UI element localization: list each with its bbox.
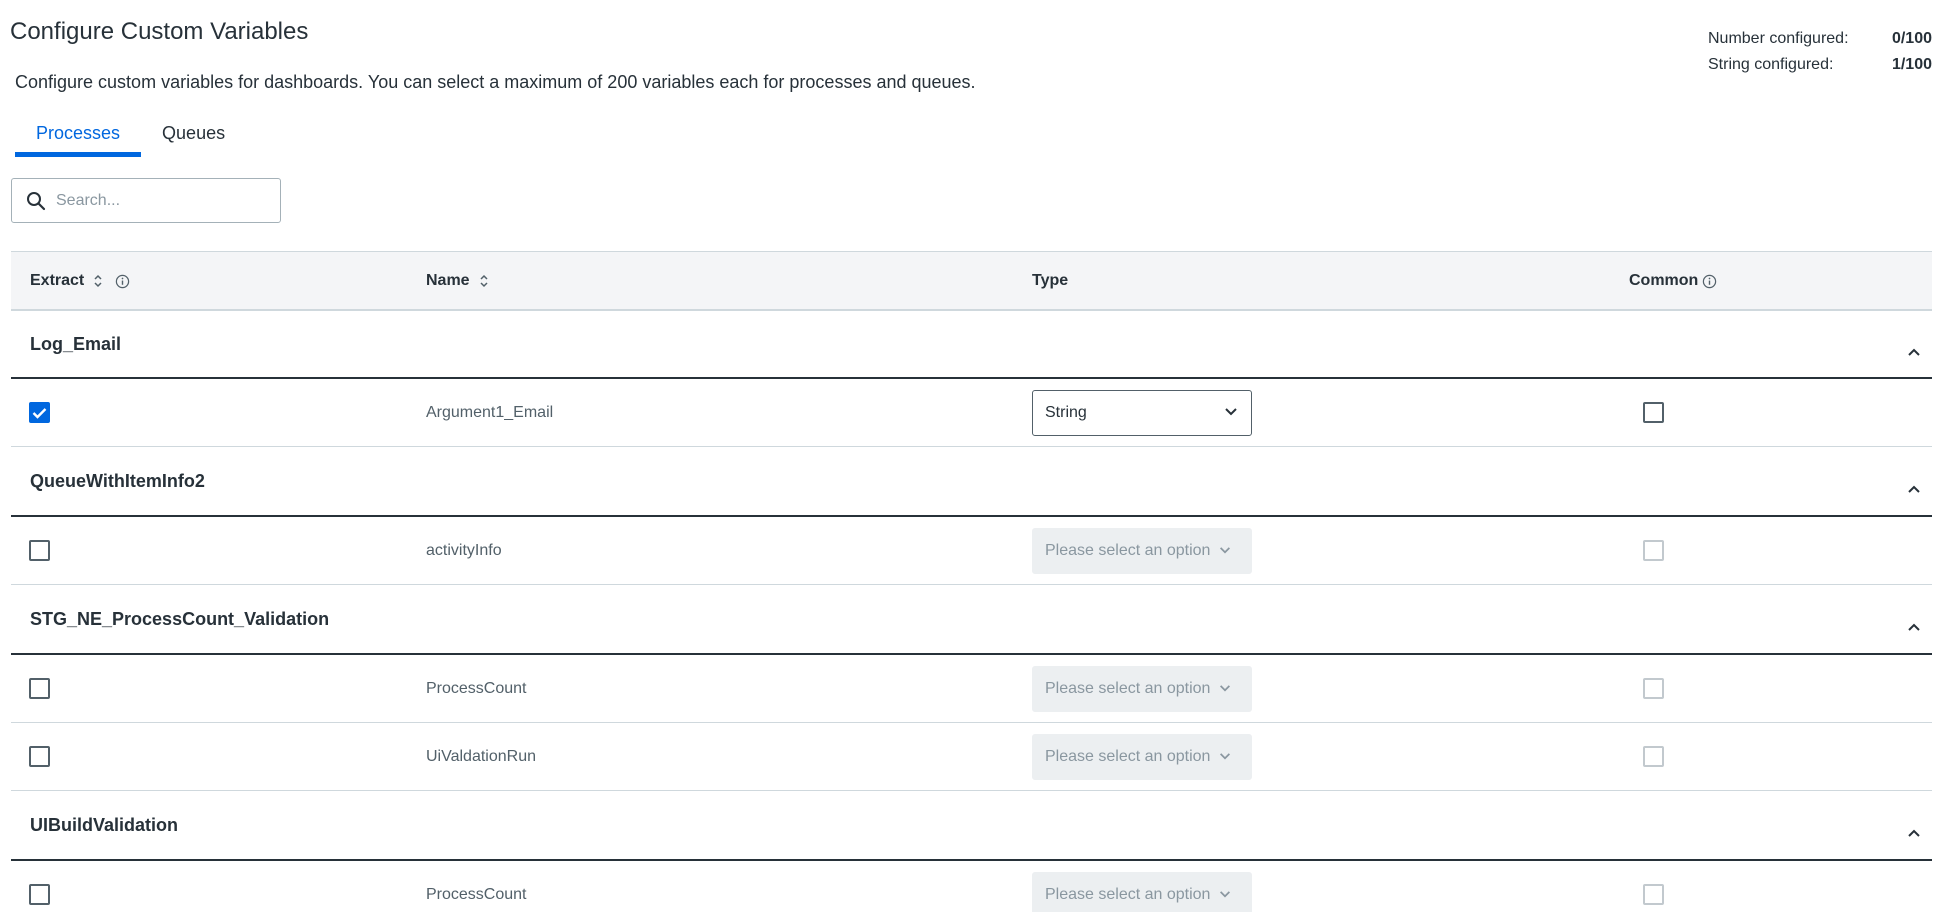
common-checkbox[interactable] (1643, 402, 1664, 423)
table-row: ProcessCount Please select an option (11, 655, 1932, 723)
variable-name: Argument1_Email (426, 403, 554, 421)
string-configured-label: String configured: (1708, 56, 1834, 73)
number-configured-label: Number configured: (1708, 30, 1849, 47)
group-name: QueueWithItemInfo2 (30, 470, 205, 491)
common-header-label: Common (1629, 272, 1699, 289)
number-configured-value: 0/100 (1891, 30, 1932, 47)
extract-checkbox[interactable] (29, 678, 50, 699)
extract-checkbox[interactable] (29, 884, 50, 905)
chevron-down-icon (1223, 404, 1239, 422)
common-column-header: Common (1629, 252, 1717, 310)
chevron-up-icon[interactable] (1902, 477, 1926, 501)
sort-icon[interactable] (93, 273, 103, 289)
group-name: Log_Email (30, 333, 122, 354)
table-row: ProcessCount Please select an option (11, 861, 1932, 912)
name-column-header[interactable]: Name (426, 252, 489, 310)
group-header: UIBuildValidation (11, 791, 1932, 861)
tab-processes[interactable]: Processes (15, 110, 142, 157)
search-box (11, 178, 281, 223)
sort-icon[interactable] (479, 273, 489, 289)
type-select-value: Please select an option (1045, 679, 1211, 697)
type-header-label: Type (1032, 272, 1069, 289)
extract-checkbox[interactable] (29, 402, 50, 423)
info-icon[interactable] (115, 274, 130, 289)
chevron-down-icon (1218, 886, 1232, 904)
extract-checkbox[interactable] (29, 746, 50, 767)
type-select-value: Please select an option (1045, 747, 1211, 765)
type-select-value: Please select an option (1045, 541, 1211, 559)
chevron-up-icon[interactable] (1902, 340, 1926, 364)
group-header: STG_NE_ProcessCount_Validation (11, 585, 1932, 655)
chevron-up-icon[interactable] (1902, 615, 1926, 639)
type-select[interactable]: String (1032, 389, 1252, 436)
common-checkbox (1643, 678, 1664, 699)
type-select[interactable]: Please select an option (1032, 527, 1252, 574)
type-select[interactable]: Please select an option (1032, 665, 1252, 712)
configured-stats: Number configured: 0/100 String configur… (1708, 26, 1932, 78)
page-description: Configure custom variables for dashboard… (15, 72, 976, 92)
common-checkbox (1643, 884, 1664, 905)
chevron-down-icon (1218, 542, 1232, 560)
info-icon[interactable] (1702, 274, 1717, 289)
table-row: activityInfo Please select an option (11, 517, 1932, 585)
type-column-header: Type (1032, 252, 1068, 310)
common-checkbox (1643, 540, 1664, 561)
chevron-down-icon (1218, 748, 1232, 766)
string-configured-stat: String configured: 1/100 (1708, 52, 1932, 78)
type-select-value: Please select an option (1045, 885, 1211, 903)
extract-column-header[interactable]: Extract (30, 252, 130, 310)
group-name: STG_NE_ProcessCount_Validation (30, 608, 330, 629)
tab-queues[interactable]: Queues (141, 110, 246, 157)
number-configured-stat: Number configured: 0/100 (1708, 26, 1932, 52)
chevron-up-icon[interactable] (1902, 821, 1926, 845)
type-select[interactable]: Please select an option (1032, 733, 1252, 780)
type-select-value: String (1045, 403, 1087, 421)
variable-name: ProcessCount (426, 679, 527, 697)
extract-header-label: Extract (30, 272, 85, 289)
search-input[interactable] (56, 191, 256, 210)
name-header-label: Name (426, 272, 470, 289)
variables-table: Extract Name Type Common Log_Email Argum… (11, 251, 1932, 912)
table-row: UiValdationRun Please select an option (11, 723, 1932, 791)
chevron-down-icon (1218, 680, 1232, 698)
extract-checkbox[interactable] (29, 540, 50, 561)
string-configured-value: 1/100 (1891, 56, 1932, 73)
group-name: UIBuildValidation (30, 814, 179, 835)
type-select[interactable]: Please select an option (1032, 871, 1252, 912)
tab-bar: Processes Queues (15, 110, 246, 157)
common-checkbox (1643, 746, 1664, 767)
variable-name: UiValdationRun (426, 747, 536, 765)
table-header: Extract Name Type Common (11, 251, 1932, 311)
search-icon (24, 189, 48, 213)
table-row: Argument1_Email String (11, 379, 1932, 447)
page-title: Configure Custom Variables (10, 18, 309, 45)
group-header: Log_Email (11, 311, 1932, 379)
variable-name: activityInfo (426, 541, 502, 559)
group-header: QueueWithItemInfo2 (11, 447, 1932, 517)
variable-name: ProcessCount (426, 885, 527, 903)
